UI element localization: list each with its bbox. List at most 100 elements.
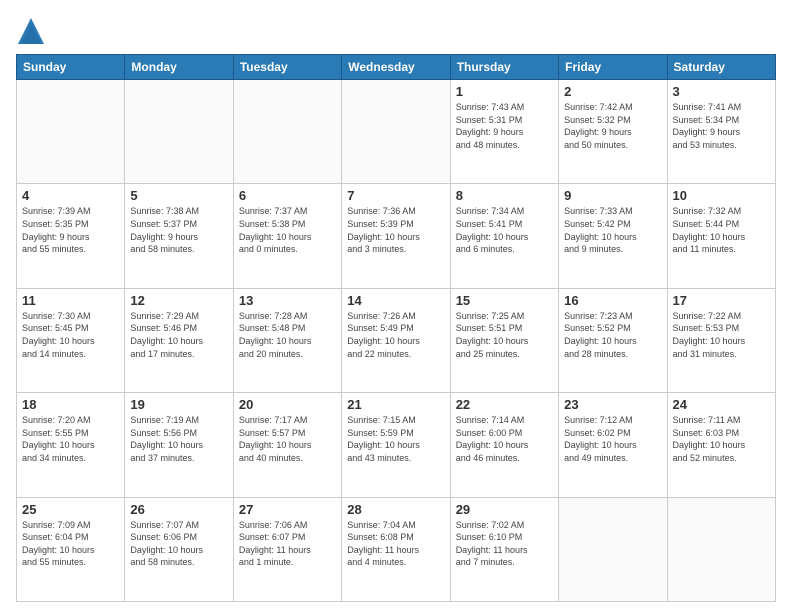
- day-number: 10: [673, 188, 770, 203]
- calendar-cell: 15 Sunrise: 7:25 AM Sunset: 5:51 PM Dayli…: [450, 288, 558, 392]
- day-info: Sunrise: 7:34 AM Sunset: 5:41 PM Dayligh…: [456, 205, 553, 255]
- header: [16, 16, 776, 46]
- calendar-cell: 5Sunrise: 7:38 AM Sunset: 5:37 PM Daylig…: [125, 184, 233, 288]
- day-number: 1: [456, 84, 553, 99]
- calendar-cell: 18Sunrise: 7:20 AM Sunset: 5:55 PM Dayli…: [17, 393, 125, 497]
- day-number: 8: [456, 188, 553, 203]
- calendar-cell: 19 Sunrise: 7:19 AM Sunset: 5:56 PM Dayli…: [125, 393, 233, 497]
- calendar-cell: 26 Sunrise: 7:07 AM Sunset: 6:06 PM Dayli…: [125, 497, 233, 601]
- calendar-cell: [17, 80, 125, 184]
- week-row-0: 1Sunrise: 7:43 AM Sunset: 5:31 PM Daylig…: [17, 80, 776, 184]
- day-info: Sunrise: 7:30 AM Sunset: 5:45 PM Dayligh…: [22, 310, 119, 360]
- day-number: 26: [130, 502, 227, 517]
- day-info: Sunrise: 7:22 AM Sunset: 5:53 PM Dayligh…: [673, 310, 770, 360]
- calendar-cell: 7 Sunrise: 7:36 AM Sunset: 5:39 PM Daylig…: [342, 184, 450, 288]
- calendar-cell: 28 Sunrise: 7:04 AM Sunset: 6:08 PM Dayli…: [342, 497, 450, 601]
- calendar-cell: 13 Sunrise: 7:28 AM Sunset: 5:48 PM Dayli…: [233, 288, 341, 392]
- calendar: SundayMondayTuesdayWednesdayThursdayFrid…: [16, 54, 776, 602]
- calendar-cell: 10 Sunrise: 7:32 AM Sunset: 5:44 PM Dayli…: [667, 184, 775, 288]
- day-number: 23: [564, 397, 661, 412]
- calendar-cell: [559, 497, 667, 601]
- calendar-cell: 24 Sunrise: 7:11 AM Sunset: 6:03 PM Dayli…: [667, 393, 775, 497]
- day-info: Sunrise: 7:04 AM Sunset: 6:08 PM Dayligh…: [347, 519, 444, 569]
- calendar-cell: [233, 80, 341, 184]
- calendar-cell: 14 Sunrise: 7:26 AM Sunset: 5:49 PM Dayli…: [342, 288, 450, 392]
- day-info: Sunrise: 7:11 AM Sunset: 6:03 PM Dayligh…: [673, 414, 770, 464]
- calendar-cell: 1Sunrise: 7:43 AM Sunset: 5:31 PM Daylig…: [450, 80, 558, 184]
- day-info: Sunrise: 7:37 AM Sunset: 5:38 PM Dayligh…: [239, 205, 336, 255]
- day-number: 19: [130, 397, 227, 412]
- calendar-cell: 3 Sunrise: 7:41 AM Sunset: 5:34 PM Daylig…: [667, 80, 775, 184]
- calendar-cell: 25 Sunrise: 7:09 AM Sunset: 6:04 PM Dayli…: [17, 497, 125, 601]
- day-info: Sunrise: 7:09 AM Sunset: 6:04 PM Dayligh…: [22, 519, 119, 569]
- day-info: Sunrise: 7:28 AM Sunset: 5:48 PM Dayligh…: [239, 310, 336, 360]
- day-info: Sunrise: 7:29 AM Sunset: 5:46 PM Dayligh…: [130, 310, 227, 360]
- calendar-cell: 4Sunrise: 7:39 AM Sunset: 5:35 PM Daylig…: [17, 184, 125, 288]
- day-info: Sunrise: 7:42 AM Sunset: 5:32 PM Dayligh…: [564, 101, 661, 151]
- day-info: Sunrise: 7:14 AM Sunset: 6:00 PM Dayligh…: [456, 414, 553, 464]
- day-info: Sunrise: 7:38 AM Sunset: 5:37 PM Dayligh…: [130, 205, 227, 255]
- week-row-3: 18Sunrise: 7:20 AM Sunset: 5:55 PM Dayli…: [17, 393, 776, 497]
- header-cell-thursday: Thursday: [450, 55, 558, 80]
- day-number: 7: [347, 188, 444, 203]
- calendar-cell: [125, 80, 233, 184]
- day-number: 4: [22, 188, 119, 203]
- calendar-body: 1Sunrise: 7:43 AM Sunset: 5:31 PM Daylig…: [17, 80, 776, 602]
- day-info: Sunrise: 7:12 AM Sunset: 6:02 PM Dayligh…: [564, 414, 661, 464]
- day-info: Sunrise: 7:06 AM Sunset: 6:07 PM Dayligh…: [239, 519, 336, 569]
- calendar-cell: 11 Sunrise: 7:30 AM Sunset: 5:45 PM Dayli…: [17, 288, 125, 392]
- day-number: 3: [673, 84, 770, 99]
- week-row-4: 25 Sunrise: 7:09 AM Sunset: 6:04 PM Dayli…: [17, 497, 776, 601]
- day-number: 13: [239, 293, 336, 308]
- day-info: Sunrise: 7:23 AM Sunset: 5:52 PM Dayligh…: [564, 310, 661, 360]
- calendar-cell: 27Sunrise: 7:06 AM Sunset: 6:07 PM Dayli…: [233, 497, 341, 601]
- calendar-cell: 29 Sunrise: 7:02 AM Sunset: 6:10 PM Dayli…: [450, 497, 558, 601]
- day-info: Sunrise: 7:19 AM Sunset: 5:56 PM Dayligh…: [130, 414, 227, 464]
- day-info: Sunrise: 7:02 AM Sunset: 6:10 PM Dayligh…: [456, 519, 553, 569]
- day-number: 21: [347, 397, 444, 412]
- day-info: Sunrise: 7:36 AM Sunset: 5:39 PM Dayligh…: [347, 205, 444, 255]
- calendar-cell: 9 Sunrise: 7:33 AM Sunset: 5:42 PM Daylig…: [559, 184, 667, 288]
- calendar-cell: 22 Sunrise: 7:14 AM Sunset: 6:00 PM Dayli…: [450, 393, 558, 497]
- calendar-cell: 16 Sunrise: 7:23 AM Sunset: 5:52 PM Dayli…: [559, 288, 667, 392]
- day-number: 9: [564, 188, 661, 203]
- day-info: Sunrise: 7:25 AM Sunset: 5:51 PM Dayligh…: [456, 310, 553, 360]
- day-info: Sunrise: 7:26 AM Sunset: 5:49 PM Dayligh…: [347, 310, 444, 360]
- calendar-cell: [667, 497, 775, 601]
- header-row: SundayMondayTuesdayWednesdayThursdayFrid…: [17, 55, 776, 80]
- calendar-cell: 8 Sunrise: 7:34 AM Sunset: 5:41 PM Daylig…: [450, 184, 558, 288]
- calendar-cell: 20 Sunrise: 7:17 AM Sunset: 5:57 PM Dayli…: [233, 393, 341, 497]
- logo-icon: [16, 16, 46, 46]
- header-cell-wednesday: Wednesday: [342, 55, 450, 80]
- week-row-2: 11 Sunrise: 7:30 AM Sunset: 5:45 PM Dayli…: [17, 288, 776, 392]
- calendar-cell: 6Sunrise: 7:37 AM Sunset: 5:38 PM Daylig…: [233, 184, 341, 288]
- day-number: 22: [456, 397, 553, 412]
- day-number: 20: [239, 397, 336, 412]
- header-cell-saturday: Saturday: [667, 55, 775, 80]
- day-number: 28: [347, 502, 444, 517]
- day-number: 25: [22, 502, 119, 517]
- day-info: Sunrise: 7:20 AM Sunset: 5:55 PM Dayligh…: [22, 414, 119, 464]
- page: SundayMondayTuesdayWednesdayThursdayFrid…: [0, 0, 792, 612]
- day-info: Sunrise: 7:41 AM Sunset: 5:34 PM Dayligh…: [673, 101, 770, 151]
- calendar-cell: [342, 80, 450, 184]
- day-number: 24: [673, 397, 770, 412]
- day-info: Sunrise: 7:15 AM Sunset: 5:59 PM Dayligh…: [347, 414, 444, 464]
- header-cell-monday: Monday: [125, 55, 233, 80]
- day-info: Sunrise: 7:17 AM Sunset: 5:57 PM Dayligh…: [239, 414, 336, 464]
- day-info: Sunrise: 7:07 AM Sunset: 6:06 PM Dayligh…: [130, 519, 227, 569]
- day-number: 15: [456, 293, 553, 308]
- calendar-cell: 21 Sunrise: 7:15 AM Sunset: 5:59 PM Dayli…: [342, 393, 450, 497]
- day-number: 29: [456, 502, 553, 517]
- day-number: 16: [564, 293, 661, 308]
- day-number: 17: [673, 293, 770, 308]
- day-number: 11: [22, 293, 119, 308]
- header-cell-friday: Friday: [559, 55, 667, 80]
- calendar-header: SundayMondayTuesdayWednesdayThursdayFrid…: [17, 55, 776, 80]
- day-number: 14: [347, 293, 444, 308]
- day-info: Sunrise: 7:32 AM Sunset: 5:44 PM Dayligh…: [673, 205, 770, 255]
- day-number: 2: [564, 84, 661, 99]
- day-number: 12: [130, 293, 227, 308]
- header-cell-sunday: Sunday: [17, 55, 125, 80]
- day-info: Sunrise: 7:33 AM Sunset: 5:42 PM Dayligh…: [564, 205, 661, 255]
